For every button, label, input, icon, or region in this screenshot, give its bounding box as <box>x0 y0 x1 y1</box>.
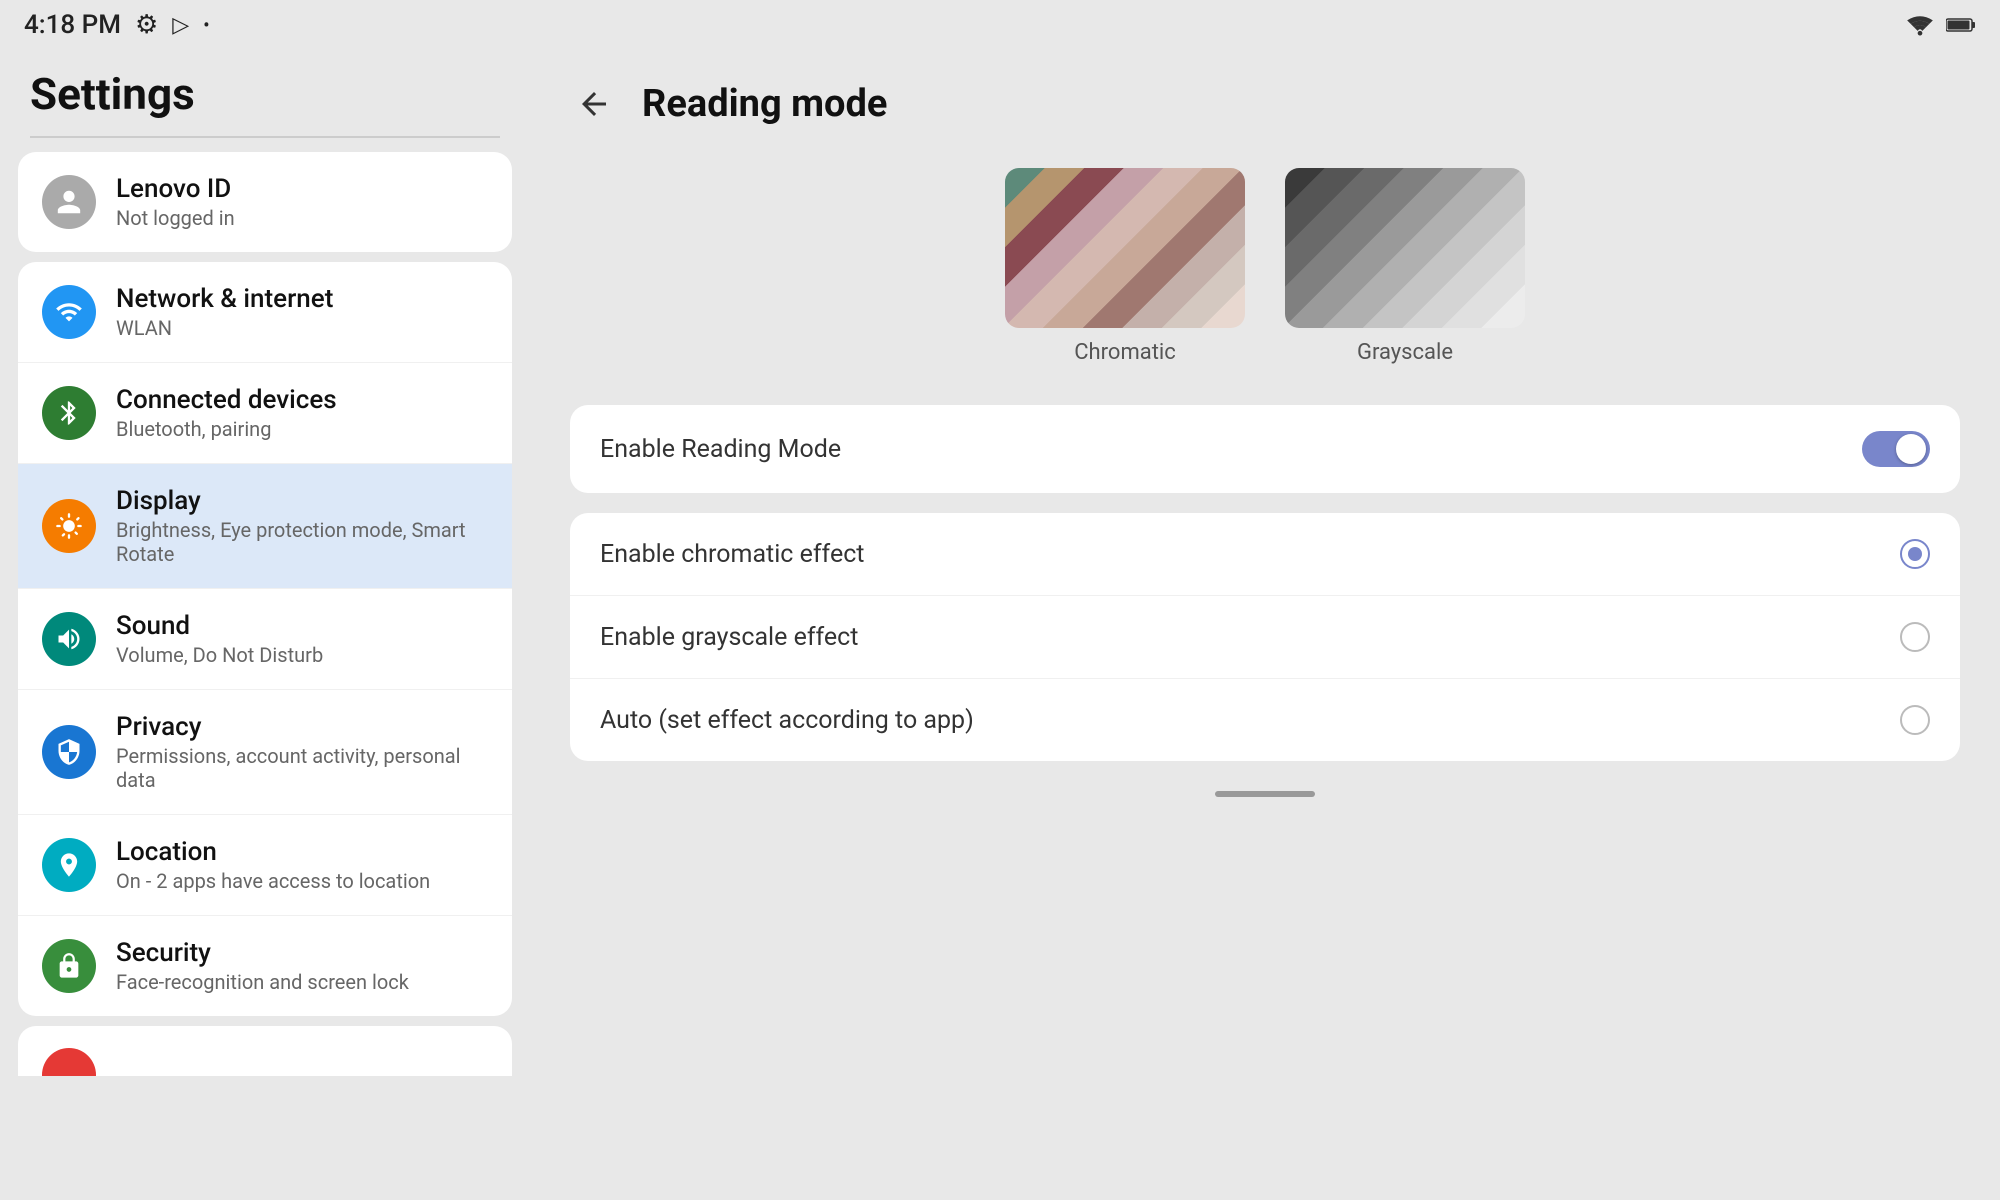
settings-divider <box>30 136 500 138</box>
partial-icon-bg <box>42 1048 96 1076</box>
display-icon-bg <box>42 499 96 553</box>
sidebar-item-location[interactable]: Location On - 2 apps have access to loca… <box>18 814 512 915</box>
display-text: Display Brightness, Eye protection mode,… <box>116 486 488 566</box>
sound-icon-bg <box>42 612 96 666</box>
volume-icon <box>55 625 83 653</box>
privacy-icon <box>55 738 83 766</box>
right-header: Reading mode <box>530 50 2000 148</box>
network-subtitle: WLAN <box>116 316 333 340</box>
chromatic-preview[interactable]: Chromatic <box>1005 168 1245 365</box>
chromatic-effect-row[interactable]: Enable chromatic effect <box>570 513 1960 595</box>
reading-mode-title: Reading mode <box>642 82 887 126</box>
privacy-title: Privacy <box>116 712 488 742</box>
sidebar-item-display[interactable]: Display Brightness, Eye protection mode,… <box>18 463 512 588</box>
settings-title: Settings <box>18 60 512 126</box>
grayscale-label: Grayscale <box>1357 340 1453 365</box>
chromatic-effect-label: Enable chromatic effect <box>600 540 864 569</box>
status-time: 4:18 PM <box>24 10 121 40</box>
lenovo-card: Lenovo ID Not logged in <box>18 152 512 252</box>
sidebar-item-security[interactable]: Security Face-recognition and screen loc… <box>18 915 512 1016</box>
lenovo-item[interactable]: Lenovo ID Not logged in <box>18 152 512 252</box>
auto-effect-row[interactable]: Auto (set effect according to app) <box>570 678 1960 761</box>
connected-icon-bg <box>42 386 96 440</box>
display-subtitle: Brightness, Eye protection mode, Smart R… <box>116 518 488 566</box>
back-arrow-icon <box>576 86 612 122</box>
enable-reading-mode-toggle[interactable] <box>1862 431 1930 467</box>
privacy-icon-bg <box>42 725 96 779</box>
privacy-subtitle: Permissions, account activity, personal … <box>116 744 488 792</box>
grayscale-preview[interactable]: Grayscale <box>1285 168 1525 365</box>
network-icon-bg <box>42 285 96 339</box>
bottom-indicator <box>530 781 2000 807</box>
sound-text: Sound Volume, Do Not Disturb <box>116 611 323 667</box>
play-icon: ▷ <box>172 13 189 38</box>
connected-subtitle: Bluetooth, pairing <box>116 417 337 441</box>
location-icon <box>55 851 83 879</box>
security-subtitle: Face-recognition and screen lock <box>116 970 409 994</box>
gear-icon: ⚙ <box>135 10 158 40</box>
network-text: Network & internet WLAN <box>116 284 333 340</box>
brightness-icon <box>55 512 83 540</box>
sidebar-item-network[interactable]: Network & internet WLAN <box>18 262 512 362</box>
chromatic-effect-radio[interactable] <box>1900 539 1930 569</box>
status-bar: 4:18 PM ⚙ ▷ • <box>0 0 2000 50</box>
security-text: Security Face-recognition and screen loc… <box>116 938 409 994</box>
status-left: 4:18 PM ⚙ ▷ • <box>24 10 210 40</box>
chromatic-label: Chromatic <box>1074 340 1176 365</box>
battery-icon <box>1946 16 1976 34</box>
connected-title: Connected devices <box>116 385 337 415</box>
chromatic-preview-box <box>1005 168 1245 328</box>
grayscale-preview-box <box>1285 168 1525 328</box>
grayscale-effect-radio[interactable] <box>1900 622 1930 652</box>
right-body: Chromatic Grayscale Enable Reading Mode <box>530 148 2000 781</box>
display-title: Display <box>116 486 488 516</box>
bottom-pill <box>1215 791 1315 797</box>
main-settings-card: Network & internet WLAN Connected device… <box>18 262 512 1016</box>
status-icons <box>1906 14 1976 36</box>
chromatic-stripes <box>1005 168 1245 328</box>
effect-options-card: Enable chromatic effect Enable grayscale… <box>570 513 1960 761</box>
location-icon-bg <box>42 838 96 892</box>
location-title: Location <box>116 837 430 867</box>
wifi-icon <box>1906 14 1934 36</box>
connected-text: Connected devices Bluetooth, pairing <box>116 385 337 441</box>
security-icon <box>55 952 83 980</box>
color-previews: Chromatic Grayscale <box>570 158 1960 385</box>
lenovo-subtitle: Not logged in <box>116 206 235 230</box>
partial-item <box>18 1026 512 1076</box>
sidebar-item-sound[interactable]: Sound Volume, Do Not Disturb <box>18 588 512 689</box>
network-title: Network & internet <box>116 284 333 314</box>
back-button[interactable] <box>570 80 618 128</box>
bluetooth-icon <box>55 399 83 427</box>
lenovo-text: Lenovo ID Not logged in <box>116 174 235 230</box>
auto-effect-radio[interactable] <box>1900 705 1930 735</box>
lenovo-icon <box>42 175 96 229</box>
security-title: Security <box>116 938 409 968</box>
auto-effect-label: Auto (set effect according to app) <box>600 706 974 735</box>
sound-title: Sound <box>116 611 323 641</box>
security-icon-bg <box>42 939 96 993</box>
location-text: Location On - 2 apps have access to loca… <box>116 837 430 893</box>
sidebar-item-connected[interactable]: Connected devices Bluetooth, pairing <box>18 362 512 463</box>
enable-reading-mode-label: Enable Reading Mode <box>600 435 841 464</box>
grayscale-effect-label: Enable grayscale effect <box>600 623 858 652</box>
left-panel: Settings Lenovo ID Not logged in <box>0 50 530 1200</box>
dot-icon: • <box>203 15 209 36</box>
person-icon <box>55 188 83 216</box>
lenovo-title: Lenovo ID <box>116 174 235 204</box>
grayscale-stripes <box>1285 168 1525 328</box>
sidebar-item-privacy[interactable]: Privacy Permissions, account activity, p… <box>18 689 512 814</box>
location-subtitle: On - 2 apps have access to location <box>116 869 430 893</box>
main-content: Settings Lenovo ID Not logged in <box>0 50 2000 1200</box>
partial-card <box>18 1026 512 1076</box>
privacy-text: Privacy Permissions, account activity, p… <box>116 712 488 792</box>
sound-subtitle: Volume, Do Not Disturb <box>116 643 323 667</box>
reading-mode-card: Enable Reading Mode <box>570 405 1960 493</box>
enable-reading-mode-row: Enable Reading Mode <box>570 405 1960 493</box>
grayscale-effect-row[interactable]: Enable grayscale effect <box>570 595 1960 678</box>
wifi-settings-icon <box>55 298 83 326</box>
right-panel: Reading mode Chromatic Grayscale <box>530 50 2000 1200</box>
